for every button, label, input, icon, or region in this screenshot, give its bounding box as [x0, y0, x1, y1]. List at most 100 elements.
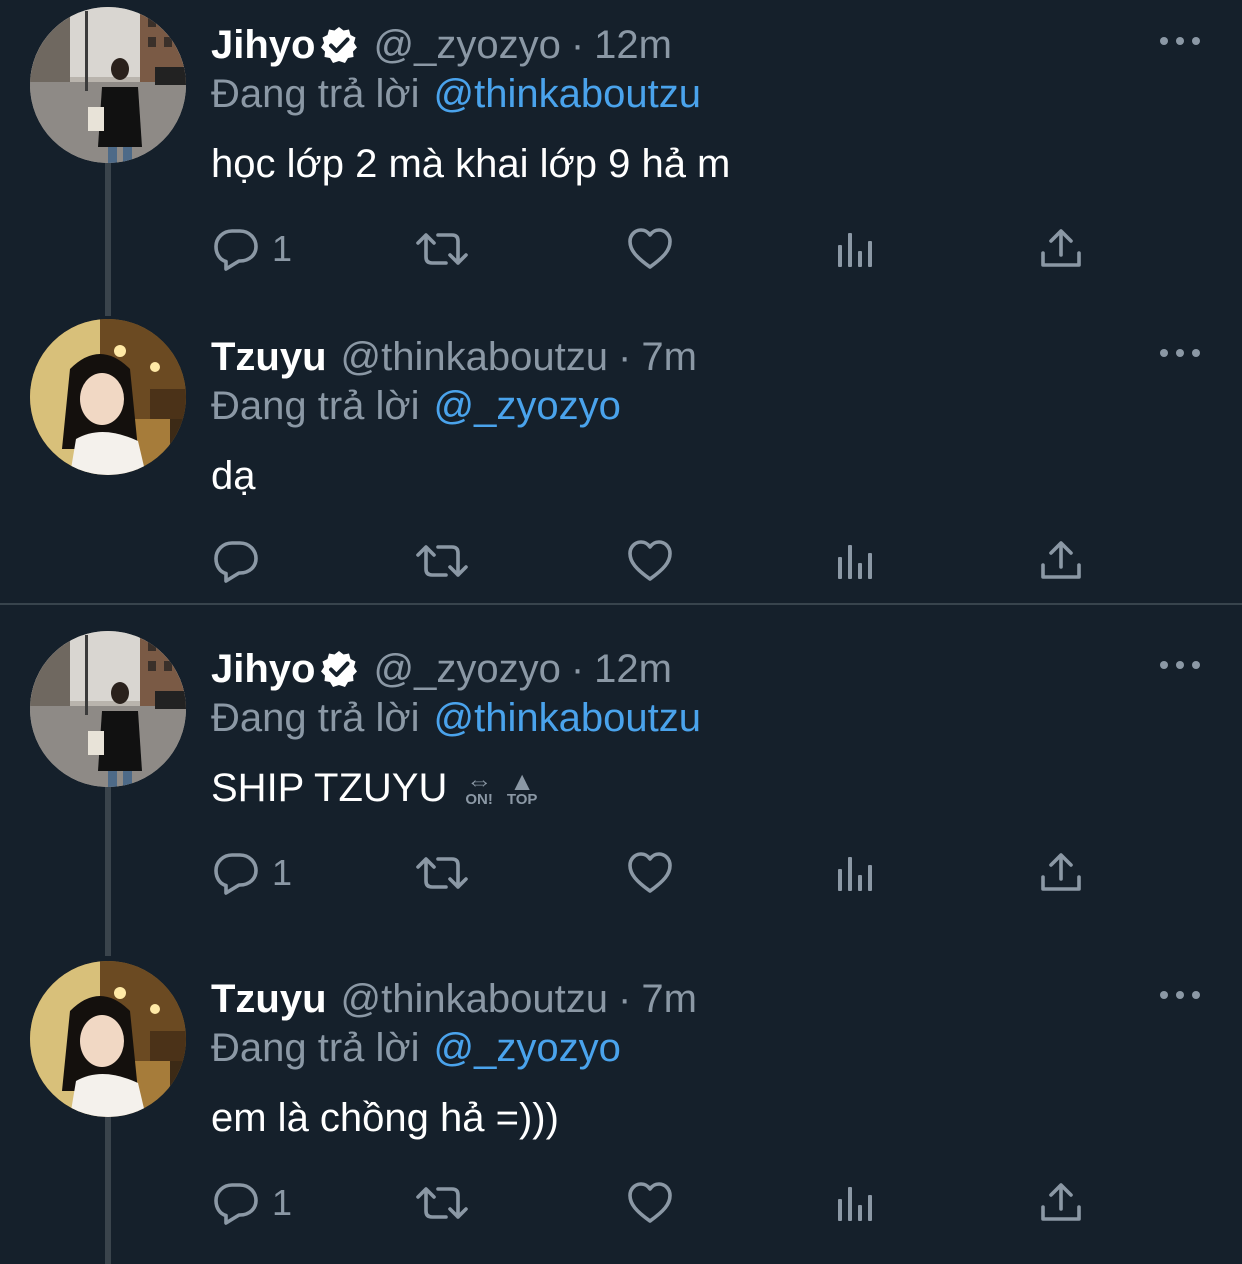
tweet-text: dạ: [211, 453, 256, 498]
share-button[interactable]: [1037, 843, 1085, 903]
top-arrow-emoji: ▲ TOP: [506, 766, 538, 808]
tweet[interactable]: Jihyo @_zyozyo · 12m Đang trả lời @think…: [0, 631, 1242, 931]
like-icon: [626, 225, 674, 273]
top-arrow-glyph: ▲: [509, 766, 536, 796]
like-button[interactable]: [626, 1173, 674, 1233]
tweet-text: em là chồng hả =))): [211, 1095, 559, 1140]
share-button[interactable]: [1037, 531, 1085, 591]
retweet-icon: [414, 849, 470, 897]
verified-badge-icon: [319, 649, 359, 689]
retweet-button[interactable]: [414, 219, 470, 279]
reply-icon: [212, 225, 260, 273]
timestamp[interactable]: 12m: [594, 23, 672, 68]
timestamp[interactable]: 12m: [594, 647, 672, 692]
separator: ·: [570, 646, 585, 691]
display-name[interactable]: Jihyo: [211, 647, 315, 692]
mention-link[interactable]: @_zyozyo: [434, 384, 621, 429]
share-icon: [1037, 849, 1085, 897]
display-name[interactable]: Jihyo: [211, 23, 315, 68]
on-arrow-emoji: ⇔ ON!: [465, 766, 493, 807]
retweet-icon: [414, 1179, 470, 1227]
reply-button[interactable]: [212, 531, 260, 591]
retweet-icon: [414, 537, 470, 585]
user-handle[interactable]: @_zyozyo: [373, 647, 560, 692]
replying-label: Đang trả lời: [211, 383, 420, 428]
timestamp[interactable]: 7m: [641, 335, 697, 380]
analytics-button[interactable]: [832, 219, 880, 279]
avatar[interactable]: [30, 7, 186, 163]
separator: ·: [618, 976, 632, 1021]
analytics-icon: [832, 225, 880, 273]
analytics-icon: [832, 1179, 880, 1227]
analytics-icon: [832, 849, 880, 897]
reply-button[interactable]: 1: [212, 843, 292, 903]
like-icon: [626, 1179, 674, 1227]
reply-icon: [212, 849, 260, 897]
like-button[interactable]: [626, 531, 674, 591]
tweet-header: Tzuyu @thinkaboutzu · 7m: [211, 973, 697, 1025]
more-icon[interactable]: [1160, 341, 1200, 365]
more-icon[interactable]: [1160, 653, 1200, 677]
mention-link[interactable]: @thinkaboutzu: [434, 72, 701, 117]
like-button[interactable]: [626, 843, 674, 903]
user-handle[interactable]: @thinkaboutzu: [341, 977, 608, 1022]
tweet[interactable]: Tzuyu @thinkaboutzu · 7m Đang trả lời @_…: [0, 961, 1242, 1261]
reply-count: 1: [272, 228, 293, 269]
share-icon: [1037, 225, 1085, 273]
tweet-actions: 1: [0, 219, 1242, 279]
top-arrow-label: TOP: [506, 791, 538, 808]
tweet[interactable]: Tzuyu @thinkaboutzu · 7m Đang trả lời @_…: [0, 319, 1242, 599]
mention-link[interactable]: @thinkaboutzu: [434, 696, 701, 741]
like-button[interactable]: [626, 219, 674, 279]
replying-to: Đang trả lời @thinkaboutzu: [211, 693, 701, 743]
replying-to: Đang trả lời @_zyozyo: [211, 1023, 621, 1073]
user-handle[interactable]: @thinkaboutzu: [341, 335, 608, 380]
avatar[interactable]: [30, 961, 186, 1117]
avatar[interactable]: [30, 631, 186, 787]
tweet[interactable]: Jihyo @_zyozyo · 12m Đang trả lời @think…: [0, 7, 1242, 307]
reply-button[interactable]: 1: [212, 1173, 292, 1233]
on-arrow-glyph: ⇔: [466, 766, 493, 796]
replying-to: Đang trả lời @thinkaboutzu: [211, 69, 701, 119]
share-button[interactable]: [1037, 219, 1085, 279]
tweet-actions: [0, 531, 1242, 591]
tweet-header: Tzuyu @thinkaboutzu · 7m: [211, 331, 697, 383]
replying-to: Đang trả lời @_zyozyo: [211, 381, 621, 431]
separator: ·: [570, 22, 585, 67]
analytics-button[interactable]: [832, 531, 880, 591]
retweet-icon: [414, 225, 470, 273]
tweet-actions: 1: [0, 1173, 1242, 1233]
reply-count: 1: [272, 852, 293, 893]
retweet-button[interactable]: [414, 531, 470, 591]
mention-link[interactable]: @_zyozyo: [434, 1026, 621, 1071]
analytics-icon: [832, 537, 880, 585]
reply-button[interactable]: 1: [212, 219, 292, 279]
timestamp[interactable]: 7m: [641, 977, 697, 1022]
like-icon: [626, 849, 674, 897]
tweet-text: SHIP TZUYU ⇔ ON! ▲ TOP: [211, 761, 537, 815]
conversation-divider: [0, 603, 1242, 605]
analytics-button[interactable]: [832, 843, 880, 903]
verified-badge-icon: [319, 25, 359, 65]
analytics-button[interactable]: [832, 1173, 880, 1233]
reply-count: 1: [272, 1182, 293, 1223]
retweet-button[interactable]: [414, 1173, 470, 1233]
user-handle[interactable]: @_zyozyo: [373, 23, 560, 68]
replying-label: Đang trả lời: [211, 71, 420, 116]
tweet-text: học lớp 2 mà khai lớp 9 hả m: [211, 141, 731, 186]
tweet-header: Jihyo @_zyozyo · 12m: [211, 643, 672, 695]
tweet-actions: 1: [0, 843, 1242, 903]
avatar[interactable]: [30, 319, 186, 475]
share-icon: [1037, 537, 1085, 585]
like-icon: [626, 537, 674, 585]
share-icon: [1037, 1179, 1085, 1227]
display-name[interactable]: Tzuyu: [211, 977, 327, 1022]
retweet-button[interactable]: [414, 843, 470, 903]
replying-label: Đang trả lời: [211, 1025, 420, 1070]
tweet-text-content: SHIP TZUYU: [211, 765, 448, 810]
share-button[interactable]: [1037, 1173, 1085, 1233]
reply-icon: [212, 1179, 260, 1227]
more-icon[interactable]: [1160, 29, 1200, 53]
more-icon[interactable]: [1160, 983, 1200, 1007]
display-name[interactable]: Tzuyu: [211, 335, 327, 380]
